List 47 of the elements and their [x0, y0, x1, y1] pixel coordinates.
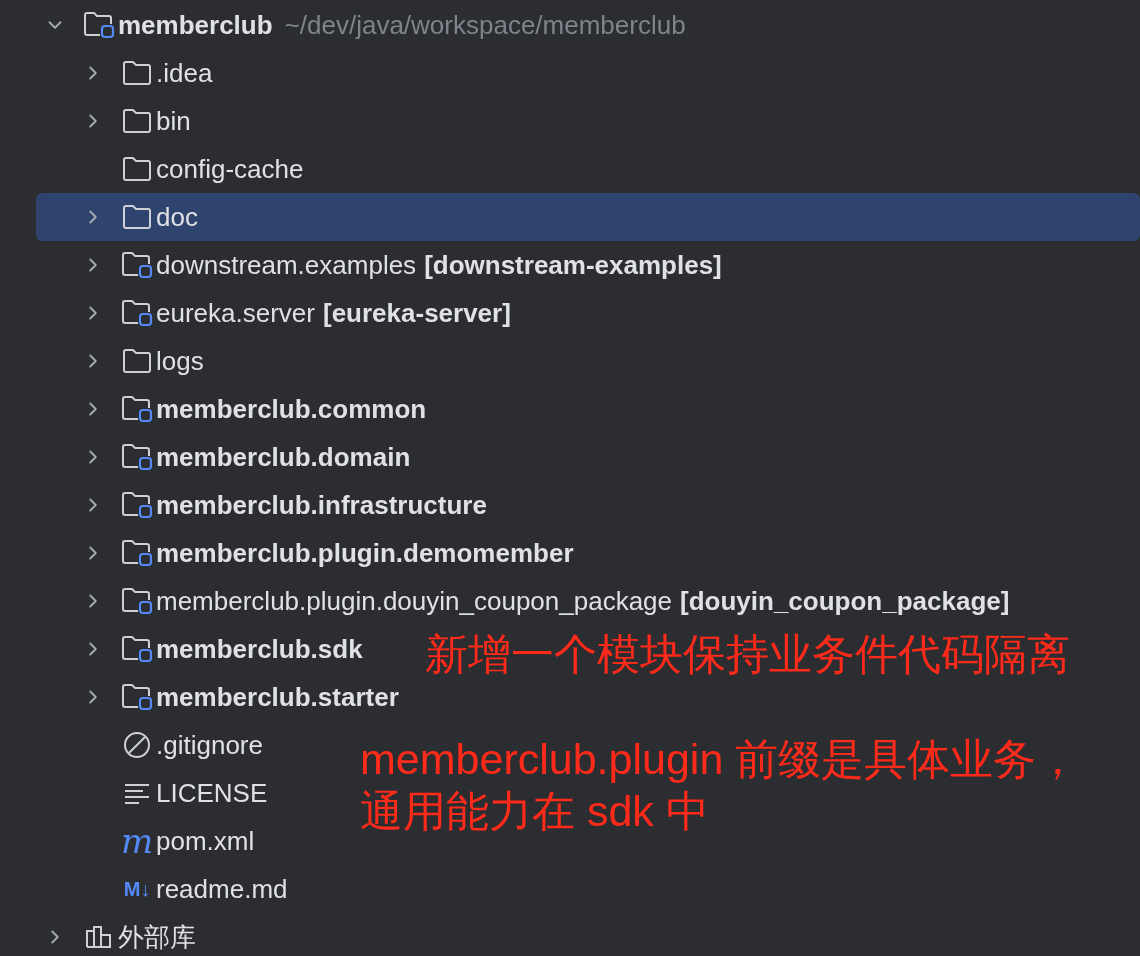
item-name[interactable]: memberclub.plugin.demomember — [156, 533, 574, 573]
item-name[interactable]: 外部库 — [118, 917, 196, 956]
module-name: [downstream-examples] — [424, 248, 722, 282]
item-name[interactable]: memberclub.plugin.douyin_coupon_package — [156, 581, 673, 621]
module-folder-icon — [121, 491, 153, 519]
project-path: ~/dev/java/workspace/memberclub — [284, 8, 686, 42]
item-name[interactable]: .idea — [156, 53, 213, 93]
item-name[interactable]: pom.xml — [156, 821, 255, 861]
module-folder-icon — [121, 251, 153, 279]
item-name[interactable]: memberclub — [118, 5, 273, 45]
folder-icon — [122, 60, 152, 86]
annotation-text: 通用能力在 sdk 中 — [360, 786, 710, 837]
item-name[interactable]: config-cache — [156, 149, 304, 189]
item-name[interactable]: memberclub.starter — [156, 677, 399, 717]
library-icon — [85, 925, 113, 949]
item-name[interactable]: .gitignore — [156, 725, 263, 765]
module-name: [douyin_coupon_package] — [680, 584, 1010, 618]
module-folder-icon — [121, 587, 153, 615]
text-file-icon — [123, 782, 151, 804]
module-folder-icon — [121, 683, 153, 711]
module-folder-icon — [121, 635, 153, 663]
annotation-text: memberclub.plugin 前缀是具体业务， — [360, 734, 1080, 785]
module-folder-icon — [121, 299, 153, 327]
module-folder-icon — [83, 11, 115, 39]
folder-icon — [122, 156, 152, 182]
folder-icon — [122, 204, 152, 230]
module-name: [eureka-server] — [322, 296, 511, 330]
maven-icon: m — [120, 824, 154, 858]
folder-icon — [122, 108, 152, 134]
folder-icon — [122, 348, 152, 374]
item-name[interactable]: memberclub.infrastructure — [156, 485, 487, 525]
item-name[interactable]: doc — [156, 197, 198, 237]
module-folder-icon — [121, 539, 153, 567]
item-name[interactable]: downstream.examples — [156, 245, 417, 285]
item-name[interactable]: memberclub.common — [156, 389, 427, 429]
markdown-icon: M↓ — [123, 879, 151, 899]
item-name[interactable]: memberclub.sdk — [156, 629, 363, 669]
ignore-icon — [123, 731, 151, 759]
annotation-text: 新增一个模块保持业务件代码隔离 — [425, 629, 1070, 680]
item-name[interactable]: bin — [156, 101, 191, 141]
module-folder-icon — [121, 395, 153, 423]
item-name[interactable]: readme.md — [156, 869, 288, 909]
item-name[interactable]: logs — [156, 341, 204, 381]
item-name[interactable]: eureka.server — [156, 293, 315, 333]
module-folder-icon — [121, 443, 153, 471]
item-name[interactable]: LICENSE — [156, 773, 268, 813]
item-name[interactable]: memberclub.domain — [156, 437, 411, 477]
